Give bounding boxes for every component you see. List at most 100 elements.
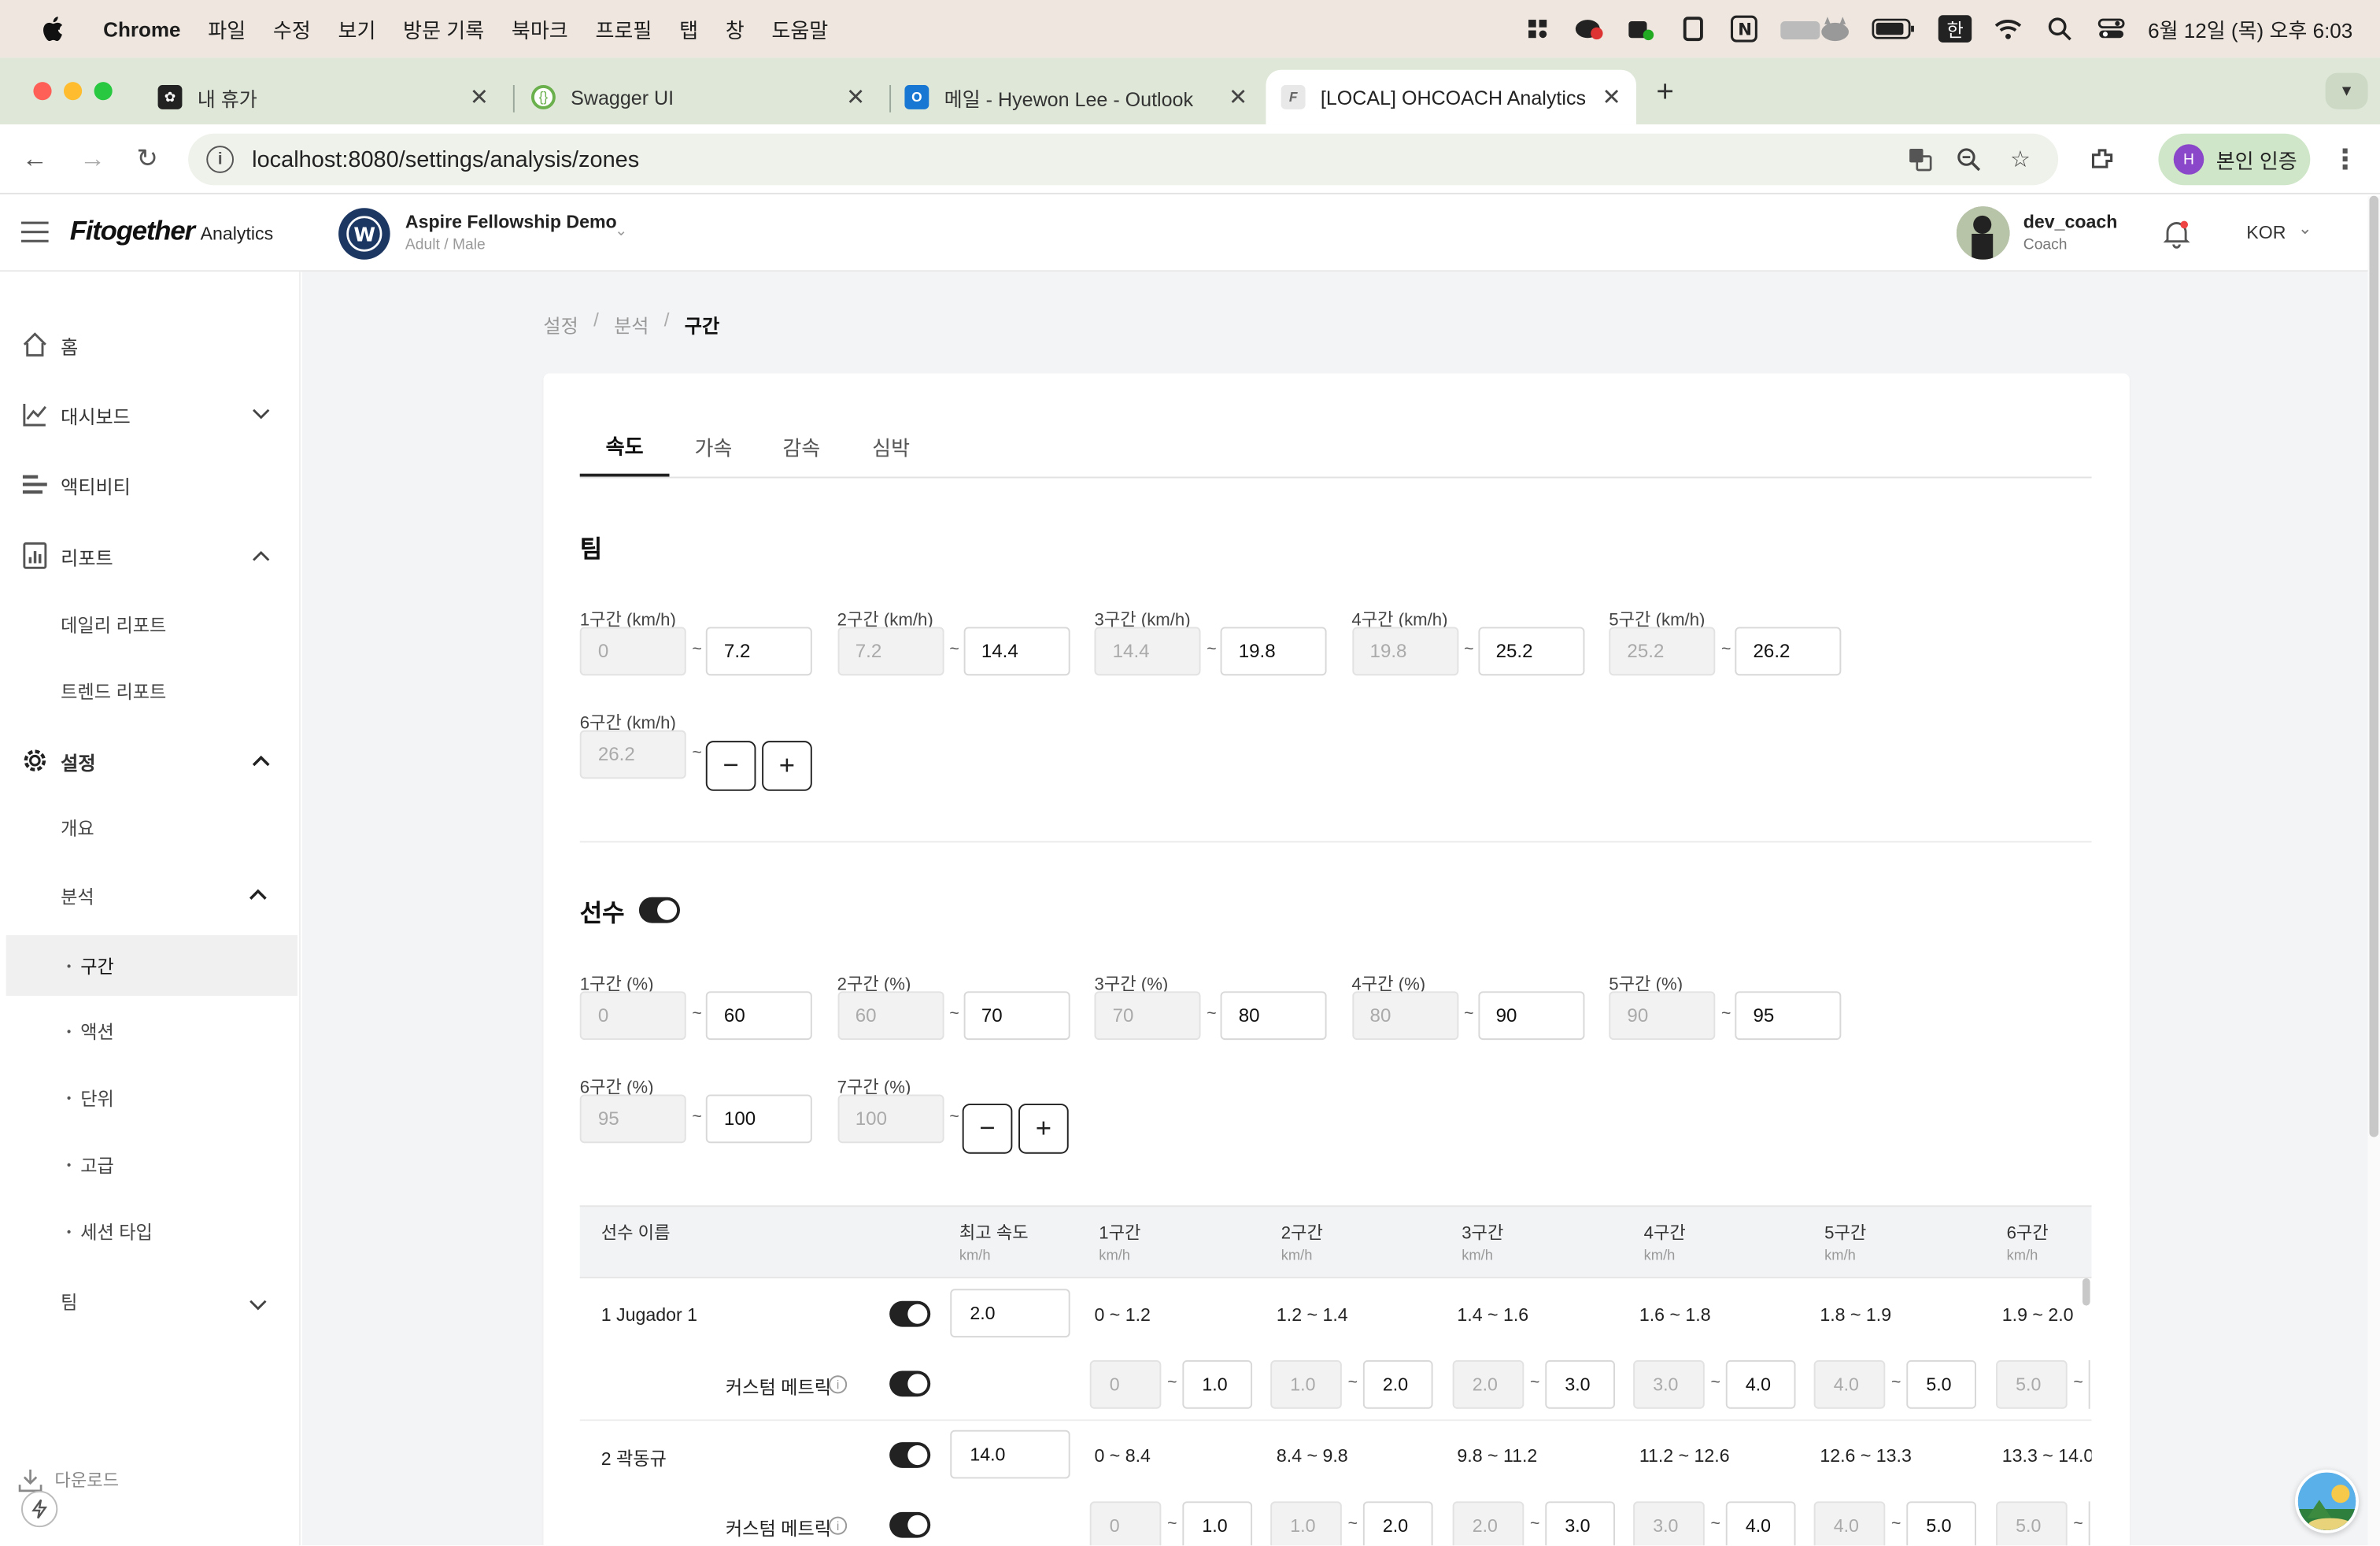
sidebar-item-action[interactable]: • 액션 bbox=[0, 1000, 301, 1061]
browser-tab-active[interactable]: F [LOCAL] OHCOACH Analytics ✕ bbox=[1266, 69, 1636, 125]
address-bar[interactable]: i localhost:8080/settings/analysis/zones… bbox=[188, 133, 2059, 186]
menu-item[interactable]: 방문 기록 bbox=[403, 13, 484, 44]
close-window-button[interactable] bbox=[33, 82, 52, 101]
menu-item[interactable]: 보기 bbox=[338, 13, 375, 44]
tab-acceleration[interactable]: 가속 bbox=[669, 416, 757, 476]
sidebar-item-analysis[interactable]: 분석 bbox=[0, 865, 301, 926]
custom-metric-toggle[interactable] bbox=[889, 1370, 931, 1397]
custom-zone-to-input[interactable]: 3.0 bbox=[1545, 1359, 1615, 1409]
zone-to-input[interactable]: 100 bbox=[705, 1094, 812, 1144]
browser-tab[interactable]: {} Swagger UI ✕ bbox=[516, 70, 881, 124]
minimize-window-button[interactable] bbox=[63, 82, 83, 101]
custom-zone-to-input[interactable]: 1.0 bbox=[1182, 1359, 1253, 1409]
battery-icon[interactable] bbox=[1872, 13, 1917, 44]
sidebar-item-report[interactable]: 리포트 bbox=[0, 525, 301, 586]
sidebar-item-settings[interactable]: 설정 bbox=[0, 730, 301, 791]
custom-zone-to-input[interactable]: 3.0 bbox=[1545, 1501, 1615, 1546]
custom-metric-toggle[interactable] bbox=[889, 1511, 931, 1538]
custom-zone-to-input[interactable]: 2.0 bbox=[1362, 1501, 1433, 1546]
cat-icon[interactable] bbox=[1780, 13, 1850, 44]
zone-to-input[interactable]: 95 bbox=[1735, 991, 1842, 1041]
tab-close-icon[interactable]: ✕ bbox=[1602, 83, 1621, 111]
wifi-icon[interactable] bbox=[1993, 13, 2023, 44]
control-center-icon[interactable] bbox=[2097, 13, 2127, 44]
status-app-icon[interactable] bbox=[1523, 13, 1554, 44]
site-info-icon[interactable]: i bbox=[206, 146, 234, 173]
custom-zone-to-input[interactable]: 1.0 bbox=[1182, 1501, 1253, 1546]
input-source-badge[interactable]: 한 bbox=[1938, 15, 1972, 43]
language-selector[interactable]: KOR bbox=[2246, 222, 2286, 243]
back-arrow-icon[interactable]: ← bbox=[15, 139, 54, 179]
notification-bell-icon[interactable] bbox=[2161, 219, 2192, 250]
zone-to-input[interactable]: 90 bbox=[1477, 991, 1584, 1041]
tab-close-icon[interactable]: ✕ bbox=[846, 83, 865, 111]
zone-to-input[interactable]: 7.2 bbox=[705, 627, 812, 676]
add-zone-button[interactable]: + bbox=[1018, 1104, 1069, 1154]
zone-to-input[interactable]: 80 bbox=[1220, 991, 1327, 1041]
menu-item[interactable]: 수정 bbox=[273, 13, 311, 44]
menu-item[interactable]: 도움말 bbox=[771, 13, 828, 44]
custom-zone-to-input[interactable]: 2.0 bbox=[1362, 1359, 1433, 1409]
zone-to-input[interactable]: 14.4 bbox=[963, 627, 1070, 676]
download-icon[interactable] bbox=[18, 1468, 42, 1492]
breadcrumb-item[interactable]: 분석 bbox=[614, 309, 649, 338]
team-selector-chevron-icon[interactable]: ⌄ bbox=[615, 223, 627, 239]
floating-help-avatar[interactable] bbox=[2294, 1469, 2359, 1533]
info-icon[interactable]: i bbox=[828, 1375, 848, 1394]
zoom-icon[interactable] bbox=[1955, 146, 1983, 173]
chrome-menu-icon[interactable]: ⋮ bbox=[2326, 139, 2365, 179]
sidebar-item-overview[interactable]: 개요 bbox=[0, 797, 301, 857]
extensions-icon[interactable] bbox=[2082, 139, 2122, 179]
language-chevron-icon[interactable]: ⌄ bbox=[2298, 219, 2312, 239]
clock[interactable]: 6월 12일 (목) 오후 6:03 bbox=[2148, 13, 2352, 44]
info-icon[interactable]: i bbox=[828, 1516, 848, 1535]
tab-speed[interactable]: 속도 bbox=[579, 416, 670, 477]
sidebar-item-unit[interactable]: • 단위 bbox=[0, 1067, 301, 1128]
remove-zone-button[interactable]: − bbox=[705, 741, 756, 791]
tab-heart-rate[interactable]: 심박 bbox=[845, 416, 937, 476]
player-zones-toggle[interactable] bbox=[638, 897, 680, 923]
zone-to-input[interactable]: 19.8 bbox=[1220, 627, 1327, 676]
tab-search-chevron-icon[interactable]: ▼ bbox=[2325, 72, 2368, 109]
sidebar-item-dashboard[interactable]: 대시보드 bbox=[0, 384, 301, 445]
tab-deceleration[interactable]: 감속 bbox=[757, 416, 845, 476]
teams-icon[interactable] bbox=[1626, 13, 1657, 44]
zone-to-input[interactable]: 25.2 bbox=[1477, 627, 1584, 676]
forward-arrow-icon[interactable]: → bbox=[73, 139, 113, 179]
player-toggle[interactable] bbox=[889, 1300, 931, 1327]
menu-item[interactable]: 북마크 bbox=[512, 13, 568, 44]
chat-icon[interactable] bbox=[1574, 13, 1605, 44]
browser-tab[interactable]: ✿ 내 휴가 ✕ bbox=[139, 70, 504, 124]
custom-zone-to-input[interactable]: 4.0 bbox=[1725, 1501, 1796, 1546]
new-tab-button[interactable]: + bbox=[1648, 75, 1681, 109]
lightning-icon[interactable] bbox=[20, 1490, 58, 1528]
menu-item[interactable]: 파일 bbox=[208, 13, 246, 44]
zone-to-input[interactable]: 70 bbox=[963, 991, 1070, 1041]
custom-zone-to-input[interactable]: 5.0 bbox=[1906, 1501, 1976, 1546]
notion-icon[interactable]: N bbox=[1729, 13, 1760, 44]
zone-to-input[interactable]: 26.2 bbox=[1735, 627, 1842, 676]
remove-zone-button[interactable]: − bbox=[962, 1104, 1013, 1154]
identity-verify-button[interactable]: H 본인 인증 bbox=[2158, 133, 2311, 186]
team-name[interactable]: Aspire Fellowship Demo bbox=[405, 211, 617, 232]
sidebar-item-zones[interactable]: • 구간 bbox=[6, 934, 298, 997]
tab-close-icon[interactable]: ✕ bbox=[1229, 83, 1247, 111]
user-avatar[interactable] bbox=[1956, 206, 2010, 260]
menu-item[interactable]: 창 bbox=[726, 13, 745, 44]
translate-icon[interactable] bbox=[1906, 146, 1934, 173]
sidebar-item-team[interactable]: 팀 bbox=[0, 1270, 301, 1331]
menu-item[interactable]: 탭 bbox=[679, 13, 698, 44]
sidebar-item-daily-report[interactable]: 데일리 리포트 bbox=[0, 594, 301, 654]
zoom-window-button[interactable] bbox=[94, 82, 113, 101]
document-icon[interactable] bbox=[1677, 13, 1708, 44]
sidebar-item-home[interactable]: 홈 bbox=[0, 314, 301, 375]
tab-close-icon[interactable]: ✕ bbox=[470, 83, 489, 111]
breadcrumb-item[interactable]: 설정 bbox=[543, 309, 578, 338]
menu-item[interactable]: 프로필 bbox=[595, 13, 652, 44]
page-scrollbar[interactable] bbox=[2367, 195, 2380, 1546]
sidebar-item-activity[interactable]: 액티비티 bbox=[0, 454, 301, 515]
zone-to-input[interactable]: 60 bbox=[705, 991, 812, 1041]
max-speed-input[interactable]: 2.0 bbox=[950, 1289, 1070, 1338]
page-scroll-thumb[interactable] bbox=[2369, 195, 2379, 1137]
custom-zone-to-input[interactable]: 4.0 bbox=[1725, 1359, 1796, 1409]
